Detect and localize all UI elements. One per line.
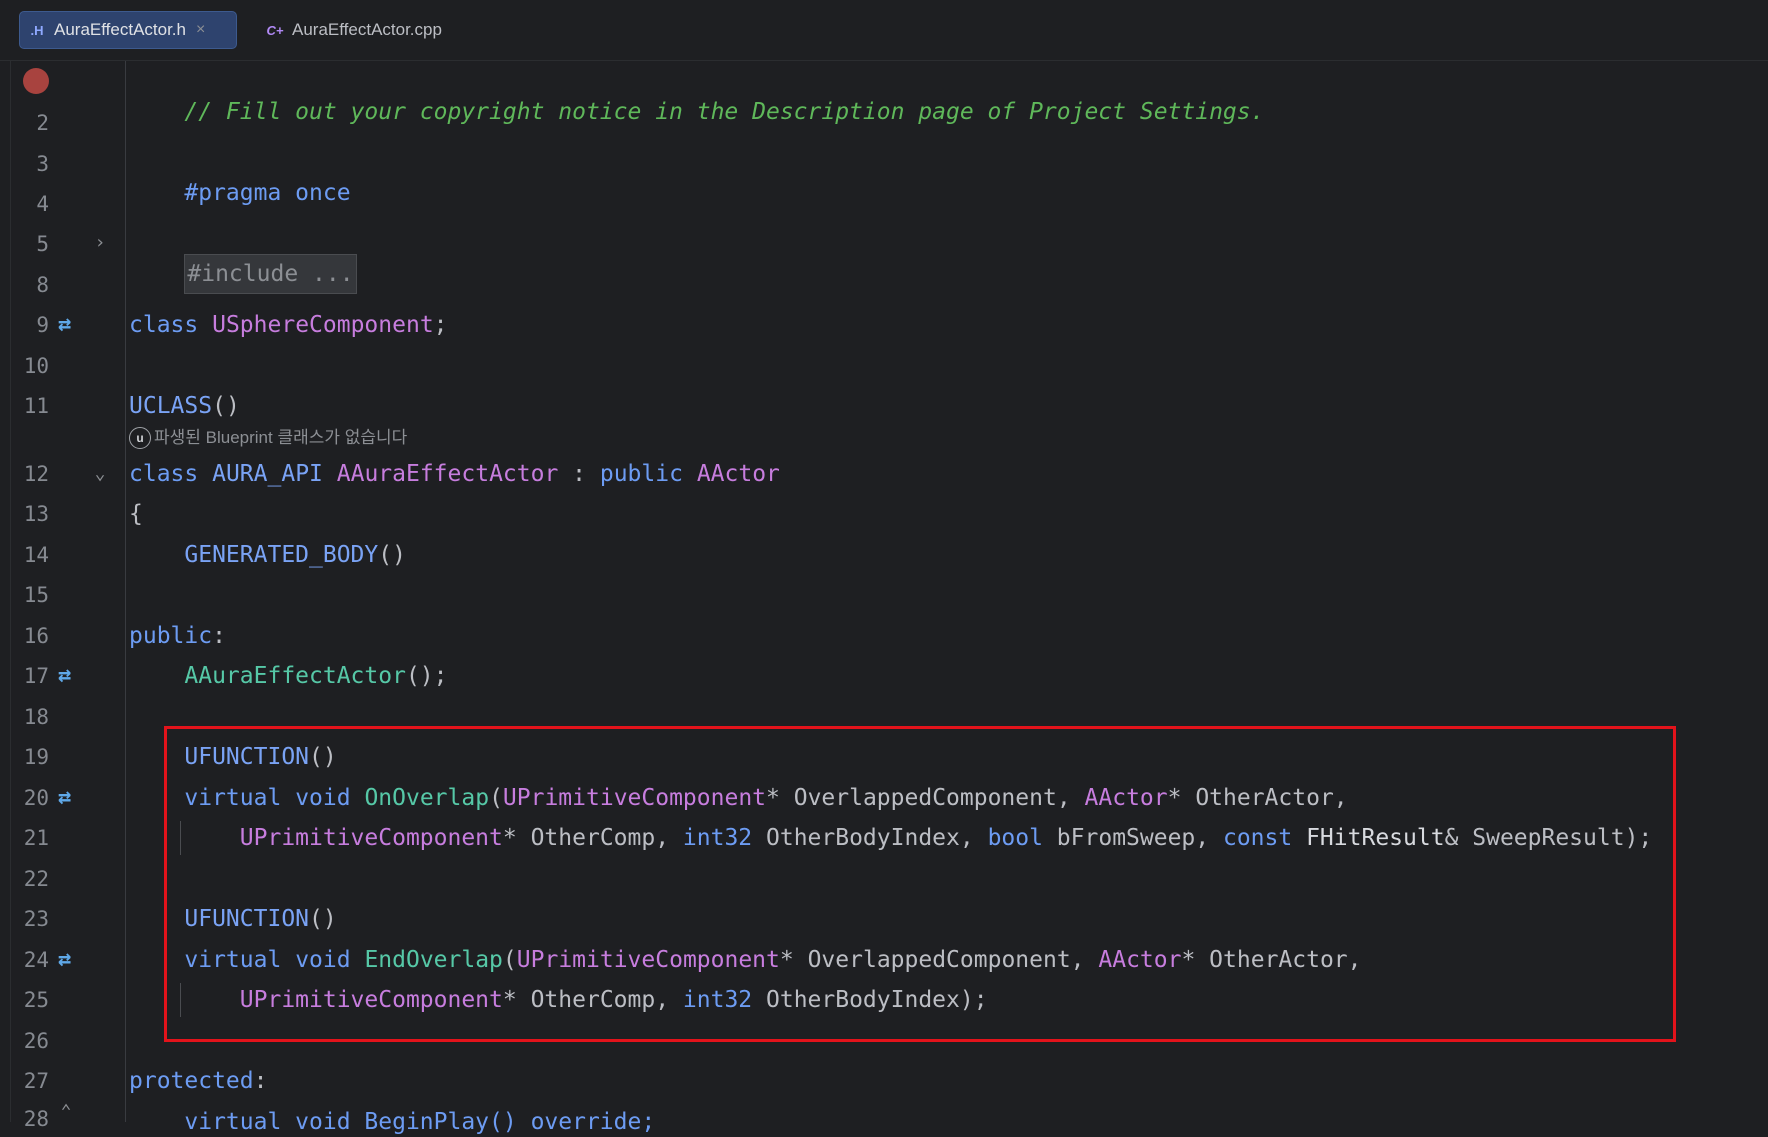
code-line-1: // Fill out your copyright notice in the… xyxy=(129,67,1264,157)
code-line-9: class USphereComponent; xyxy=(129,310,448,340)
editor-tab-bar: .H AuraEffectActor.h × C+ AuraEffectActo… xyxy=(0,0,1768,61)
line-number: 16 xyxy=(23,624,49,648)
line-number: 19 xyxy=(23,745,49,769)
punctuation: : xyxy=(253,1068,268,1094)
close-icon[interactable]: × xyxy=(196,21,205,39)
code-line-28: virtual void BeginPlay() override; xyxy=(129,1107,655,1137)
line-number: 11 xyxy=(23,394,49,418)
code-line-27: protected: xyxy=(129,1066,267,1096)
partial-code-line: virtual void BeginPlay() override; xyxy=(129,1109,656,1135)
keyword: class xyxy=(129,312,199,338)
line-number: 21 xyxy=(23,826,49,850)
line-number: 24 xyxy=(23,948,49,972)
line-number: 5 xyxy=(36,232,49,256)
type-name: AActor xyxy=(696,461,780,487)
fold-expand-icon[interactable]: › xyxy=(92,234,108,252)
blueprint-code-vision-hint[interactable]: u 파생된 Blueprint 클래스가 없습니다 xyxy=(129,426,407,450)
punctuation: { xyxy=(129,501,143,527)
cpp-file-icon: C+ xyxy=(266,22,284,38)
line-number: 2 xyxy=(36,111,49,135)
fold-up-icon[interactable]: ⌃ xyxy=(58,1103,74,1121)
header-file-icon: .H xyxy=(30,22,44,38)
line-number: 28 xyxy=(23,1107,49,1131)
keyword: public xyxy=(599,461,683,487)
punctuation: (); xyxy=(405,663,448,689)
line-number: 12 xyxy=(23,462,49,486)
punctuation: () xyxy=(378,542,406,568)
tab-label: AuraEffectActor.h xyxy=(54,20,186,39)
line-number: 25 xyxy=(23,988,49,1012)
line-number: 15 xyxy=(23,583,49,607)
macro: AURA_API xyxy=(212,461,323,487)
type-name: AAuraEffectActor xyxy=(336,461,559,487)
code-line-17: AAuraEffectActor(); xyxy=(129,661,448,691)
keyword: protected xyxy=(129,1068,254,1094)
gutter-separator xyxy=(125,61,126,1122)
line-number: 26 xyxy=(23,1029,49,1053)
function-name: AAuraEffectActor xyxy=(184,663,406,689)
tab-label: AuraEffectActor.cpp xyxy=(292,20,442,39)
line-number: 23 xyxy=(23,907,49,931)
line-number: 10 xyxy=(23,354,49,378)
punctuation: ; xyxy=(433,312,448,338)
punctuation: () xyxy=(212,393,240,419)
code-line-14: GENERATED_BODY() xyxy=(129,540,406,570)
line-number: 20 xyxy=(23,786,49,810)
line-number: 3 xyxy=(36,152,49,176)
code-line-11: UCLASS() xyxy=(129,391,240,421)
implements-icon[interactable]: ⇄ xyxy=(58,948,86,972)
comment: // Fill out your copyright notice in the… xyxy=(184,99,1265,125)
line-number: 8 xyxy=(36,273,49,297)
macro: GENERATED_BODY xyxy=(184,542,379,568)
line-number: 22 xyxy=(23,867,49,891)
highlight-annotation-box xyxy=(164,726,1676,1042)
code-line-16: public: xyxy=(129,621,226,651)
keyword: class xyxy=(129,461,199,487)
code-line-13: { xyxy=(129,499,143,529)
type-name: USphereComponent xyxy=(212,312,434,338)
code-line-12: class AURA_API AAuraEffectActor : public… xyxy=(129,459,780,489)
tab-aura-effect-actor-h[interactable]: .H AuraEffectActor.h × xyxy=(19,11,237,49)
line-number: 13 xyxy=(23,502,49,526)
hint-text: 파생된 Blueprint 클래스가 없습니다 xyxy=(154,428,408,447)
implements-icon[interactable]: ⇄ xyxy=(58,313,86,337)
implements-icon[interactable]: ⇄ xyxy=(58,786,86,810)
code-line-3: #pragma once xyxy=(129,148,351,238)
line-number: 18 xyxy=(23,705,49,729)
unreal-icon: u xyxy=(129,427,151,449)
line-number: 27 xyxy=(23,1069,49,1093)
preprocessor: #pragma once xyxy=(184,180,351,206)
line-number: 17 xyxy=(23,664,49,688)
line-number: 9 xyxy=(36,313,49,337)
line-number: 4 xyxy=(36,192,49,216)
tab-aura-effect-actor-cpp[interactable]: C+ AuraEffectActor.cpp xyxy=(258,11,468,49)
line-number: 14 xyxy=(23,543,49,567)
keyword: public xyxy=(129,623,213,649)
punctuation: : xyxy=(558,461,600,487)
punctuation: : xyxy=(212,623,226,649)
fold-collapse-icon[interactable]: ⌄ xyxy=(92,465,108,483)
macro: UCLASS xyxy=(129,393,213,419)
folded-include-block[interactable]: #include ... xyxy=(184,254,357,294)
breakpoint-icon[interactable] xyxy=(23,68,49,94)
implements-icon[interactable]: ⇄ xyxy=(58,664,86,688)
